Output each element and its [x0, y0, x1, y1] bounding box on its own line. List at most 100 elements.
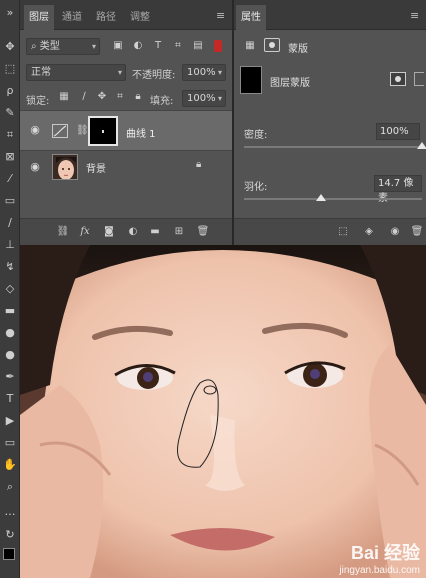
lock-artboard-icon[interactable]: ⌗ — [114, 91, 126, 103]
fx-icon[interactable]: fx — [78, 225, 92, 239]
density-slider-knob[interactable] — [417, 142, 426, 149]
lock-position-icon[interactable]: ✥ — [96, 91, 108, 103]
hand-tool-icon[interactable]: ✋ — [2, 458, 18, 472]
background-thumbnail — [52, 154, 78, 180]
feather-input[interactable]: 14.7 像素 — [374, 175, 422, 204]
panel-menu-icon[interactable]: ≡ — [410, 9, 419, 22]
opacity-label: 不透明度: — [132, 70, 176, 81]
feather-slider-track[interactable] — [244, 198, 422, 200]
visibility-eye-icon[interactable]: ◉ — [28, 123, 42, 137]
layer-name: 曲线 1 — [126, 129, 156, 140]
lock-icon: 🔒︎ — [196, 159, 202, 170]
apply-mask-icon[interactable]: ◈ — [362, 225, 376, 239]
document-canvas[interactable]: Bai 经验 jingyan.baidu.com — [20, 245, 426, 578]
filter-label: 类型 — [39, 41, 60, 52]
history-brush-icon[interactable]: ↯ — [2, 260, 18, 274]
fill-label: 填充: — [150, 96, 174, 107]
layers-bottom-bar: ⛓ fx ◙ ◐ ▬ ⊞ 🗑︎ — [20, 218, 232, 245]
filter-shape-icon[interactable]: ⌗ — [172, 40, 184, 52]
layer-mask-thumbnail[interactable] — [88, 116, 118, 146]
pen-tool-icon[interactable]: ✒ — [2, 370, 18, 384]
layer-row-curves[interactable]: ◉ ⛓ 曲线 1 — [20, 110, 232, 150]
watermark: Bai 经验 jingyan.baidu.com — [339, 539, 420, 576]
opacity-input[interactable]: 100% ▾ — [182, 64, 226, 81]
delete-layer-icon[interactable]: 🗑︎ — [196, 225, 210, 239]
tab-paths[interactable]: 路径 — [96, 8, 116, 23]
density-input[interactable]: 100% — [376, 123, 420, 140]
mask-thumbnail — [240, 66, 262, 94]
eraser-tool-icon[interactable]: ◇ — [2, 282, 18, 296]
swap-colors-icon[interactable]: ↻ — [2, 528, 18, 542]
vector-mask-select-icon[interactable] — [414, 72, 424, 86]
visibility-eye-icon[interactable]: ◉ — [28, 160, 42, 174]
shape-tool-icon[interactable]: ▭ — [2, 436, 18, 450]
chevron-down-icon: ▾ — [117, 68, 122, 77]
add-mask-icon[interactable]: ◙ — [102, 225, 116, 239]
properties-tab-bar: 属性 ≡ — [234, 0, 426, 30]
layers-tab-bar: 图层 通道 路径 调整 ≡ — [20, 0, 232, 30]
type-tool-icon[interactable]: T — [2, 392, 18, 406]
watermark-url: jingyan.baidu.com — [339, 565, 420, 576]
feather-label: 羽化: — [244, 182, 268, 193]
load-selection-icon[interactable]: ⬚ — [336, 225, 350, 239]
fill-input[interactable]: 100% ▾ — [182, 90, 226, 107]
select-pixel-mask-icon[interactable] — [390, 72, 406, 86]
lock-label: 锁定: — [26, 96, 50, 107]
zoom-tool-icon[interactable]: ⌕ — [2, 480, 18, 494]
adjustment-layer-icon[interactable]: ◐ — [126, 225, 140, 239]
gradient-tool-icon[interactable]: ▬ — [2, 304, 18, 318]
quick-select-icon[interactable]: ✎ — [2, 106, 18, 120]
new-group-icon[interactable]: ▬ — [148, 225, 162, 239]
collapse-icon[interactable]: » — [2, 6, 18, 20]
tab-channels[interactable]: 通道 — [62, 8, 82, 23]
curves-adjustment-icon — [52, 124, 68, 138]
feather-slider-knob[interactable] — [315, 194, 326, 201]
eyedropper-icon[interactable]: ⁄ — [2, 172, 18, 186]
tab-adjustments[interactable]: 调整 — [130, 8, 150, 23]
more-tools-icon[interactable]: … — [2, 505, 18, 519]
filter-smart-object-icon[interactable]: ▤ — [192, 40, 204, 52]
tab-layers[interactable]: 图层 — [24, 5, 54, 30]
mask-section-label: 蒙版 — [288, 44, 308, 55]
panel-menu-icon[interactable]: ≡ — [216, 9, 225, 22]
new-layer-icon[interactable]: ⊞ — [172, 225, 186, 239]
layer-row-background[interactable]: ◉ 背景 🔒︎ — [20, 150, 232, 182]
brush-tool-icon[interactable]: ∕ — [2, 216, 18, 230]
frame-tool-icon[interactable]: ⊠ — [2, 150, 18, 164]
mask-link-icon[interactable]: ⛓ — [76, 125, 89, 136]
move-tool-icon[interactable]: ✥ — [2, 40, 18, 54]
mask-name: 图层蒙版 — [270, 78, 310, 89]
properties-panel: 属性 ≡ ▦ 蒙版 图层蒙版 密度: 100% 羽化: 14.7 像素 ⬚ ◈ … — [234, 0, 426, 245]
fill-value: 100% — [187, 93, 216, 104]
stamp-tool-icon[interactable]: ⊥ — [2, 238, 18, 252]
chevron-down-icon: ▾ — [91, 42, 96, 51]
delete-mask-icon[interactable]: 🗑︎ — [410, 225, 424, 239]
watermark-brand: Bai 经验 — [350, 543, 420, 563]
blend-mode-dropdown[interactable]: 正常 ▾ — [26, 64, 126, 81]
path-select-icon[interactable]: ▶ — [2, 414, 18, 428]
link-layers-icon[interactable]: ⛓ — [56, 225, 70, 239]
filter-type-icon[interactable]: T — [152, 40, 164, 52]
healing-brush-icon[interactable]: ▭ — [2, 194, 18, 208]
layer-filter-dropdown[interactable]: ⌕ 类型 ▾ — [26, 38, 100, 55]
vector-mask-icon[interactable] — [264, 38, 280, 52]
lasso-tool-icon[interactable]: ρ — [2, 84, 18, 98]
chevron-down-icon: ▾ — [217, 68, 222, 77]
density-slider-track[interactable] — [244, 146, 422, 148]
tab-properties[interactable]: 属性 — [236, 5, 266, 30]
lock-pixels-icon[interactable]: ∕ — [78, 91, 90, 103]
filter-toggle[interactable] — [214, 40, 222, 52]
lock-all-icon[interactable]: 🔒︎ — [132, 91, 144, 103]
opacity-value: 100% — [187, 67, 216, 78]
crop-tool-icon[interactable]: ⌗ — [2, 128, 18, 142]
mask-visibility-eye-icon[interactable]: ◉ — [388, 225, 402, 239]
dodge-tool-icon[interactable]: ● — [2, 348, 18, 362]
lock-transparent-icon[interactable]: ▦ — [58, 91, 70, 103]
pixel-mask-icon[interactable]: ▦ — [244, 40, 256, 52]
chevron-down-icon: ▾ — [217, 94, 222, 103]
filter-adjustment-icon[interactable]: ◐ — [132, 40, 144, 52]
blur-tool-icon[interactable]: ● — [2, 326, 18, 340]
foreground-color-swatch[interactable] — [3, 548, 15, 560]
filter-pixel-icon[interactable]: ▣ — [112, 40, 124, 52]
marquee-tool-icon[interactable]: ⬚ — [2, 62, 18, 76]
